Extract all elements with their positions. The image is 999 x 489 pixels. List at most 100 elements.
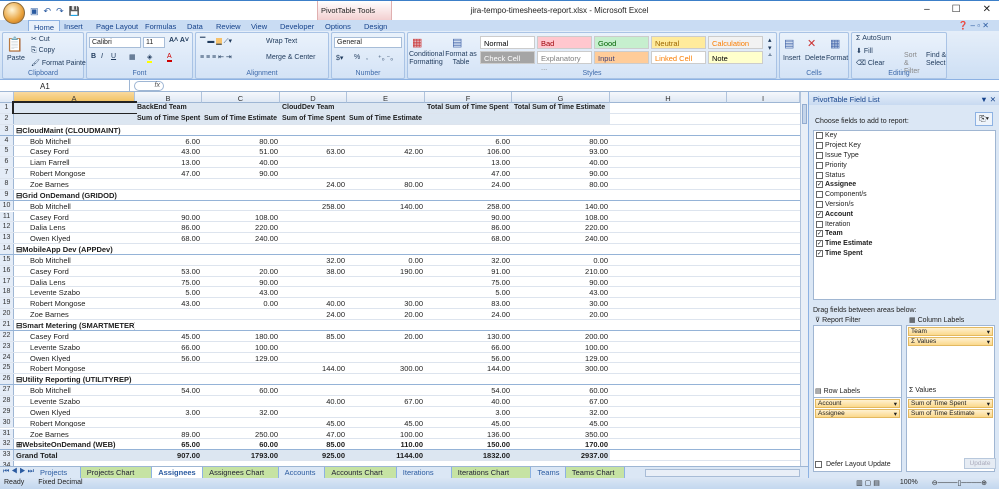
cell-style-normal[interactable]: Normal xyxy=(480,36,535,49)
value-cell[interactable]: 5.00 xyxy=(425,287,512,297)
value-cell[interactable] xyxy=(280,233,347,243)
field-checkbox[interactable]: ✓ xyxy=(816,249,823,257)
autosum-button[interactable]: Σ AutoSum xyxy=(856,35,891,42)
field-checkbox[interactable] xyxy=(816,132,823,140)
row-header[interactable]: 29 xyxy=(0,406,14,417)
sheet-tab-projects-chart[interactable]: Projects Chart xyxy=(80,467,153,478)
value-cell[interactable]: 220.00 xyxy=(202,222,280,232)
value-cell[interactable]: 907.00 xyxy=(135,450,202,461)
row-label-cell[interactable]: Bob Mitchell xyxy=(14,385,135,395)
value-cell[interactable] xyxy=(135,190,202,200)
column-header-H[interactable]: H xyxy=(610,92,727,103)
value-cell[interactable]: 47.00 xyxy=(280,429,347,439)
copy-button[interactable]: ⎘ Copy xyxy=(31,47,55,55)
value-cell[interactable]: 91.00 xyxy=(425,266,512,276)
font-color-icon[interactable]: A xyxy=(167,53,172,62)
row-header[interactable]: 32 xyxy=(0,439,14,450)
select-all-corner[interactable] xyxy=(0,92,14,103)
value-cell[interactable]: Sum of Time Spent xyxy=(280,113,347,124)
value-cell[interactable]: 20.00 xyxy=(347,309,425,319)
value-cell[interactable]: Sum of Time Estimate xyxy=(347,113,425,124)
value-cell[interactable]: 3.00 xyxy=(135,407,202,417)
value-cell[interactable]: 110.00 xyxy=(347,439,425,449)
value-cell[interactable]: 80.00 xyxy=(347,179,425,189)
row-header[interactable]: 22 xyxy=(0,330,14,341)
value-cell[interactable]: 83.00 xyxy=(425,298,512,308)
percent-button[interactable]: % xyxy=(354,54,360,61)
value-cell[interactable] xyxy=(202,125,280,135)
value-cell[interactable] xyxy=(135,125,202,135)
value-cell[interactable]: 24.00 xyxy=(425,309,512,319)
row-label-cell[interactable]: Levente Szabo xyxy=(14,287,135,297)
horizontal-scrollbar[interactable] xyxy=(645,469,800,477)
value-cell[interactable] xyxy=(280,157,347,167)
sheet-tab-projects[interactable]: Projects xyxy=(34,467,81,478)
row-label-cell[interactable]: Robert Mongose xyxy=(14,418,135,428)
row-label-cell[interactable]: ⊟Grid OnDemand (GRIDOD) xyxy=(14,190,135,200)
value-cell[interactable] xyxy=(347,103,425,113)
chevron-down-icon[interactable]: ▾ xyxy=(987,400,990,408)
value-cell[interactable]: 86.00 xyxy=(425,222,512,232)
row-label-cell[interactable]: Grand Total xyxy=(14,450,135,461)
value-cell[interactable]: 38.00 xyxy=(280,266,347,276)
value-cell[interactable]: 40.00 xyxy=(202,157,280,167)
value-cell[interactable]: 47.00 xyxy=(425,168,512,178)
value-cell[interactable]: 86.00 xyxy=(135,222,202,232)
value-cell[interactable]: 106.00 xyxy=(425,146,512,156)
layout-options-button[interactable]: ⎘▾ xyxy=(975,112,993,126)
value-cell[interactable]: 350.00 xyxy=(512,429,610,439)
minimize-button[interactable]: – xyxy=(924,4,930,15)
paste-button[interactable]: Paste xyxy=(7,55,25,62)
field-item[interactable]: Component/s xyxy=(814,190,995,200)
value-cell[interactable]: 54.00 xyxy=(425,385,512,395)
row-label-cell[interactable]: Dalia Lens xyxy=(14,222,135,232)
row-header[interactable]: 18 xyxy=(0,287,14,298)
fill-color-icon[interactable]: ◈ xyxy=(147,53,153,63)
value-cell[interactable]: 100.00 xyxy=(512,342,610,352)
field-checkbox[interactable]: ✓ xyxy=(816,210,823,218)
value-cell[interactable]: 32.00 xyxy=(280,255,347,265)
row-label-cell[interactable]: Owen Klyed xyxy=(14,233,135,243)
value-cell[interactable]: 240.00 xyxy=(512,233,610,243)
row-label-cell[interactable] xyxy=(12,101,137,115)
value-cell[interactable]: 13.00 xyxy=(135,157,202,167)
zoom-slider[interactable]: ⊖────▯────⊕ xyxy=(932,479,987,488)
value-cell[interactable] xyxy=(347,190,425,200)
cell-style-note[interactable]: Note xyxy=(708,51,763,64)
row-header[interactable]: 13 xyxy=(0,233,14,244)
value-cell[interactable]: 108.00 xyxy=(202,212,280,222)
value-cell[interactable]: 6.00 xyxy=(135,136,202,146)
row-header[interactable]: 10 xyxy=(0,200,14,211)
chevron-down-icon[interactable]: ▾ xyxy=(894,400,897,408)
sheet-nav-icons[interactable]: ⏮ ◀ ▶ ⏭ xyxy=(3,468,34,476)
row-header[interactable]: 25 xyxy=(0,363,14,374)
value-cell[interactable]: 47.00 xyxy=(135,168,202,178)
value-cell[interactable]: 1144.00 xyxy=(347,450,425,461)
value-cell[interactable]: 129.00 xyxy=(512,353,610,363)
value-cell[interactable]: 24.00 xyxy=(280,179,347,189)
value-cell[interactable]: 13.00 xyxy=(425,157,512,167)
field-checkbox[interactable]: ✓ xyxy=(816,181,823,189)
formula-input[interactable] xyxy=(168,80,988,92)
value-cell[interactable] xyxy=(202,103,280,113)
value-cell[interactable] xyxy=(512,190,610,200)
value-cell[interactable] xyxy=(202,179,280,189)
vertical-align-icons[interactable]: ▔ ▬ ▁ ⟋▾ xyxy=(200,37,232,46)
value-cell[interactable] xyxy=(202,418,280,428)
row-label-cell[interactable]: Casey Ford xyxy=(14,146,135,156)
value-cell[interactable]: 180.00 xyxy=(202,331,280,341)
value-cell[interactable] xyxy=(135,255,202,265)
value-cell[interactable] xyxy=(347,320,425,330)
value-cell[interactable]: 250.00 xyxy=(202,429,280,439)
cell-style-explanatory-[interactable]: Explanatory ... xyxy=(537,51,592,72)
row-header[interactable]: 15 xyxy=(0,254,14,265)
value-cell[interactable]: 136.00 xyxy=(425,429,512,439)
row-header[interactable]: 27 xyxy=(0,385,14,395)
row-label-cell[interactable]: ⊟Utility Reporting (UTILITYREP) xyxy=(14,374,135,384)
grow-font-icon[interactable]: A˄ A˅ xyxy=(169,37,189,44)
value-cell[interactable] xyxy=(280,136,347,146)
value-cell[interactable]: 43.00 xyxy=(135,146,202,156)
horizontal-align-icons[interactable]: ≡ ≡ ≡ ⇤ ⇥ xyxy=(200,53,232,61)
value-cell[interactable] xyxy=(347,212,425,222)
value-cell[interactable]: 100.00 xyxy=(202,342,280,352)
